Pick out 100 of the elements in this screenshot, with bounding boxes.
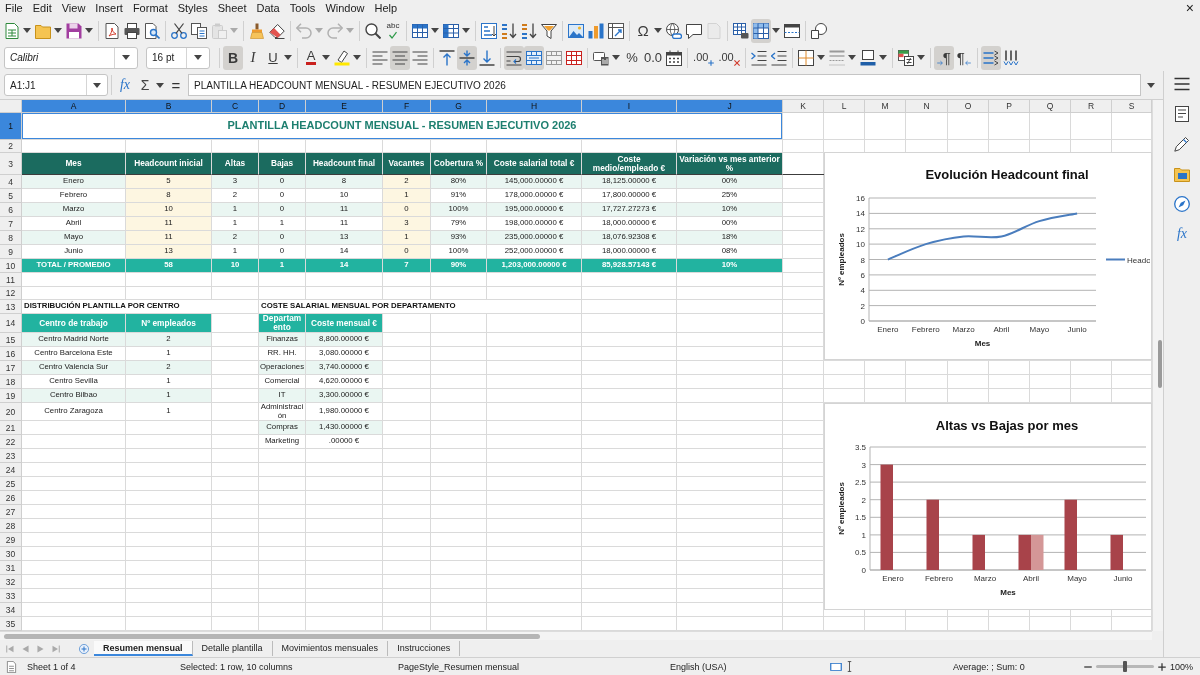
column-header[interactable]: S [1112, 100, 1152, 113]
row-header[interactable]: 11 [0, 273, 22, 287]
row-header[interactable]: 9 [0, 245, 22, 259]
row-header[interactable]: 29 [0, 533, 22, 547]
caret-icon[interactable] [1147, 82, 1155, 88]
row-header[interactable]: 17 [0, 361, 22, 375]
scrollbar-thumb[interactable] [4, 633, 540, 639]
column-header[interactable]: A [22, 100, 126, 113]
standard-format-button[interactable]: 0.0 [642, 45, 665, 70]
sheet-tab[interactable]: Detalle plantilla [192, 641, 273, 656]
row-header[interactable]: 31 [0, 561, 22, 575]
page-lines-icon[interactable] [1174, 106, 1190, 122]
column-header[interactable]: E [306, 100, 383, 113]
column-header[interactable]: O [948, 100, 989, 113]
caret-icon[interactable] [284, 55, 292, 60]
row-header[interactable]: 26 [0, 491, 22, 505]
horizontal-scrollbar[interactable] [0, 631, 1152, 640]
sheet-tab[interactable]: Instrucciones [388, 641, 461, 656]
functions-tab[interactable]: fx [1176, 226, 1188, 242]
align-middle-button[interactable] [457, 45, 477, 70]
row-header[interactable]: 10 [0, 259, 22, 273]
row-header[interactable]: 28 [0, 519, 22, 533]
column-header[interactable]: P [989, 100, 1030, 113]
sheet-tab[interactable]: Movimientos mensuales [272, 641, 389, 656]
caret-icon[interactable] [878, 55, 887, 60]
merge-and-center-button[interactable] [524, 45, 544, 70]
percent-button[interactable]: % [622, 45, 642, 70]
special-character-button[interactable]: Ω [633, 18, 653, 43]
column-header[interactable]: R [1071, 100, 1112, 113]
italic-button[interactable]: I [243, 45, 263, 70]
row-header[interactable]: 32 [0, 575, 22, 589]
menu-item[interactable]: File [0, 1, 28, 16]
caret-icon[interactable] [156, 82, 164, 88]
right-to-left-button[interactable]: ¶ [953, 45, 974, 70]
row-header[interactable]: 19 [0, 389, 22, 403]
row-header[interactable]: 34 [0, 603, 22, 617]
row-header[interactable]: 6 [0, 203, 22, 217]
row-header[interactable]: 21 [0, 421, 22, 435]
column-header[interactable]: K [783, 100, 824, 113]
column-header[interactable]: Q [1030, 100, 1071, 113]
pen-icon[interactable] [1174, 136, 1190, 152]
row-header[interactable]: 15 [0, 333, 22, 347]
column-header[interactable]: J [677, 100, 783, 113]
column-header[interactable]: G [431, 100, 487, 113]
caret-icon[interactable] [916, 55, 925, 60]
caret-icon[interactable] [654, 28, 662, 33]
caret-icon[interactable] [54, 28, 62, 33]
bold-button[interactable]: B [223, 45, 243, 70]
zoom-percent[interactable]: 100% [1170, 661, 1194, 672]
underline-button[interactable]: U [263, 45, 283, 70]
sheet-tab[interactable]: Resumen mensual [94, 641, 193, 656]
row-header[interactable]: 33 [0, 589, 22, 603]
slider-thumb[interactable] [1123, 661, 1127, 672]
column-header[interactable]: F [383, 100, 431, 113]
caret-icon[interactable] [85, 28, 93, 33]
function-wizard-button[interactable]: fx [115, 73, 135, 97]
text-horizontal-button[interactable] [980, 45, 1001, 70]
row-header[interactable]: 24 [0, 463, 22, 477]
row-header[interactable]: 12 [0, 287, 22, 300]
font-name-field[interactable]: Calibri [4, 46, 138, 69]
row-header[interactable]: 23 [0, 449, 22, 463]
column-header[interactable]: B [126, 100, 212, 113]
menu-item[interactable]: Help [369, 1, 403, 16]
caret-icon[interactable] [847, 55, 856, 60]
image-folder-icon[interactable] [1174, 166, 1190, 182]
plus-circle-icon[interactable] [79, 643, 89, 654]
name-box[interactable]: A1:J1 [4, 74, 108, 96]
row-header[interactable]: 30 [0, 547, 22, 561]
menu-icon[interactable] [1174, 76, 1190, 92]
align-center-button[interactable] [390, 45, 410, 70]
row-header[interactable]: 2 [0, 140, 22, 153]
caret-icon[interactable] [322, 55, 330, 60]
font-color-button[interactable]: A [301, 45, 321, 70]
menu-item[interactable]: Data [251, 1, 285, 16]
row-header[interactable]: 18 [0, 375, 22, 389]
row-header[interactable]: 13 [0, 300, 22, 314]
formula-input[interactable]: PLANTILLA HEADCOUNT MENSUAL - RESUMEN EJECUTIVO 2026 [188, 74, 1141, 96]
row-header[interactable]: 25 [0, 477, 22, 491]
menu-item[interactable]: Window [320, 1, 370, 16]
compass-icon[interactable] [1174, 196, 1190, 212]
scrollbar-thumb[interactable] [1158, 340, 1162, 388]
caret-icon[interactable] [121, 55, 130, 60]
menu-item[interactable]: Insert [90, 1, 128, 16]
caret-icon[interactable] [23, 28, 31, 33]
menu-item[interactable]: Sheet [212, 1, 252, 16]
text-cursor-icon[interactable] [846, 661, 853, 672]
caret-icon[interactable] [431, 28, 439, 33]
menu-item[interactable]: Styles [172, 1, 213, 16]
menu-item[interactable]: View [56, 1, 91, 16]
left-to-right-button[interactable]: ¶ [933, 45, 954, 70]
row-header[interactable]: 20 [0, 403, 22, 421]
close-button[interactable]: × [1185, 1, 1194, 16]
row-header[interactable]: 4 [0, 175, 22, 189]
sum-button[interactable]: Σ [135, 73, 155, 97]
caret-icon[interactable] [353, 55, 361, 60]
column-header[interactable]: C [212, 100, 259, 113]
caret-icon[interactable] [462, 28, 470, 33]
column-header[interactable]: I [582, 100, 677, 113]
freeze-button[interactable] [751, 18, 771, 43]
column-header[interactable]: D [259, 100, 306, 113]
